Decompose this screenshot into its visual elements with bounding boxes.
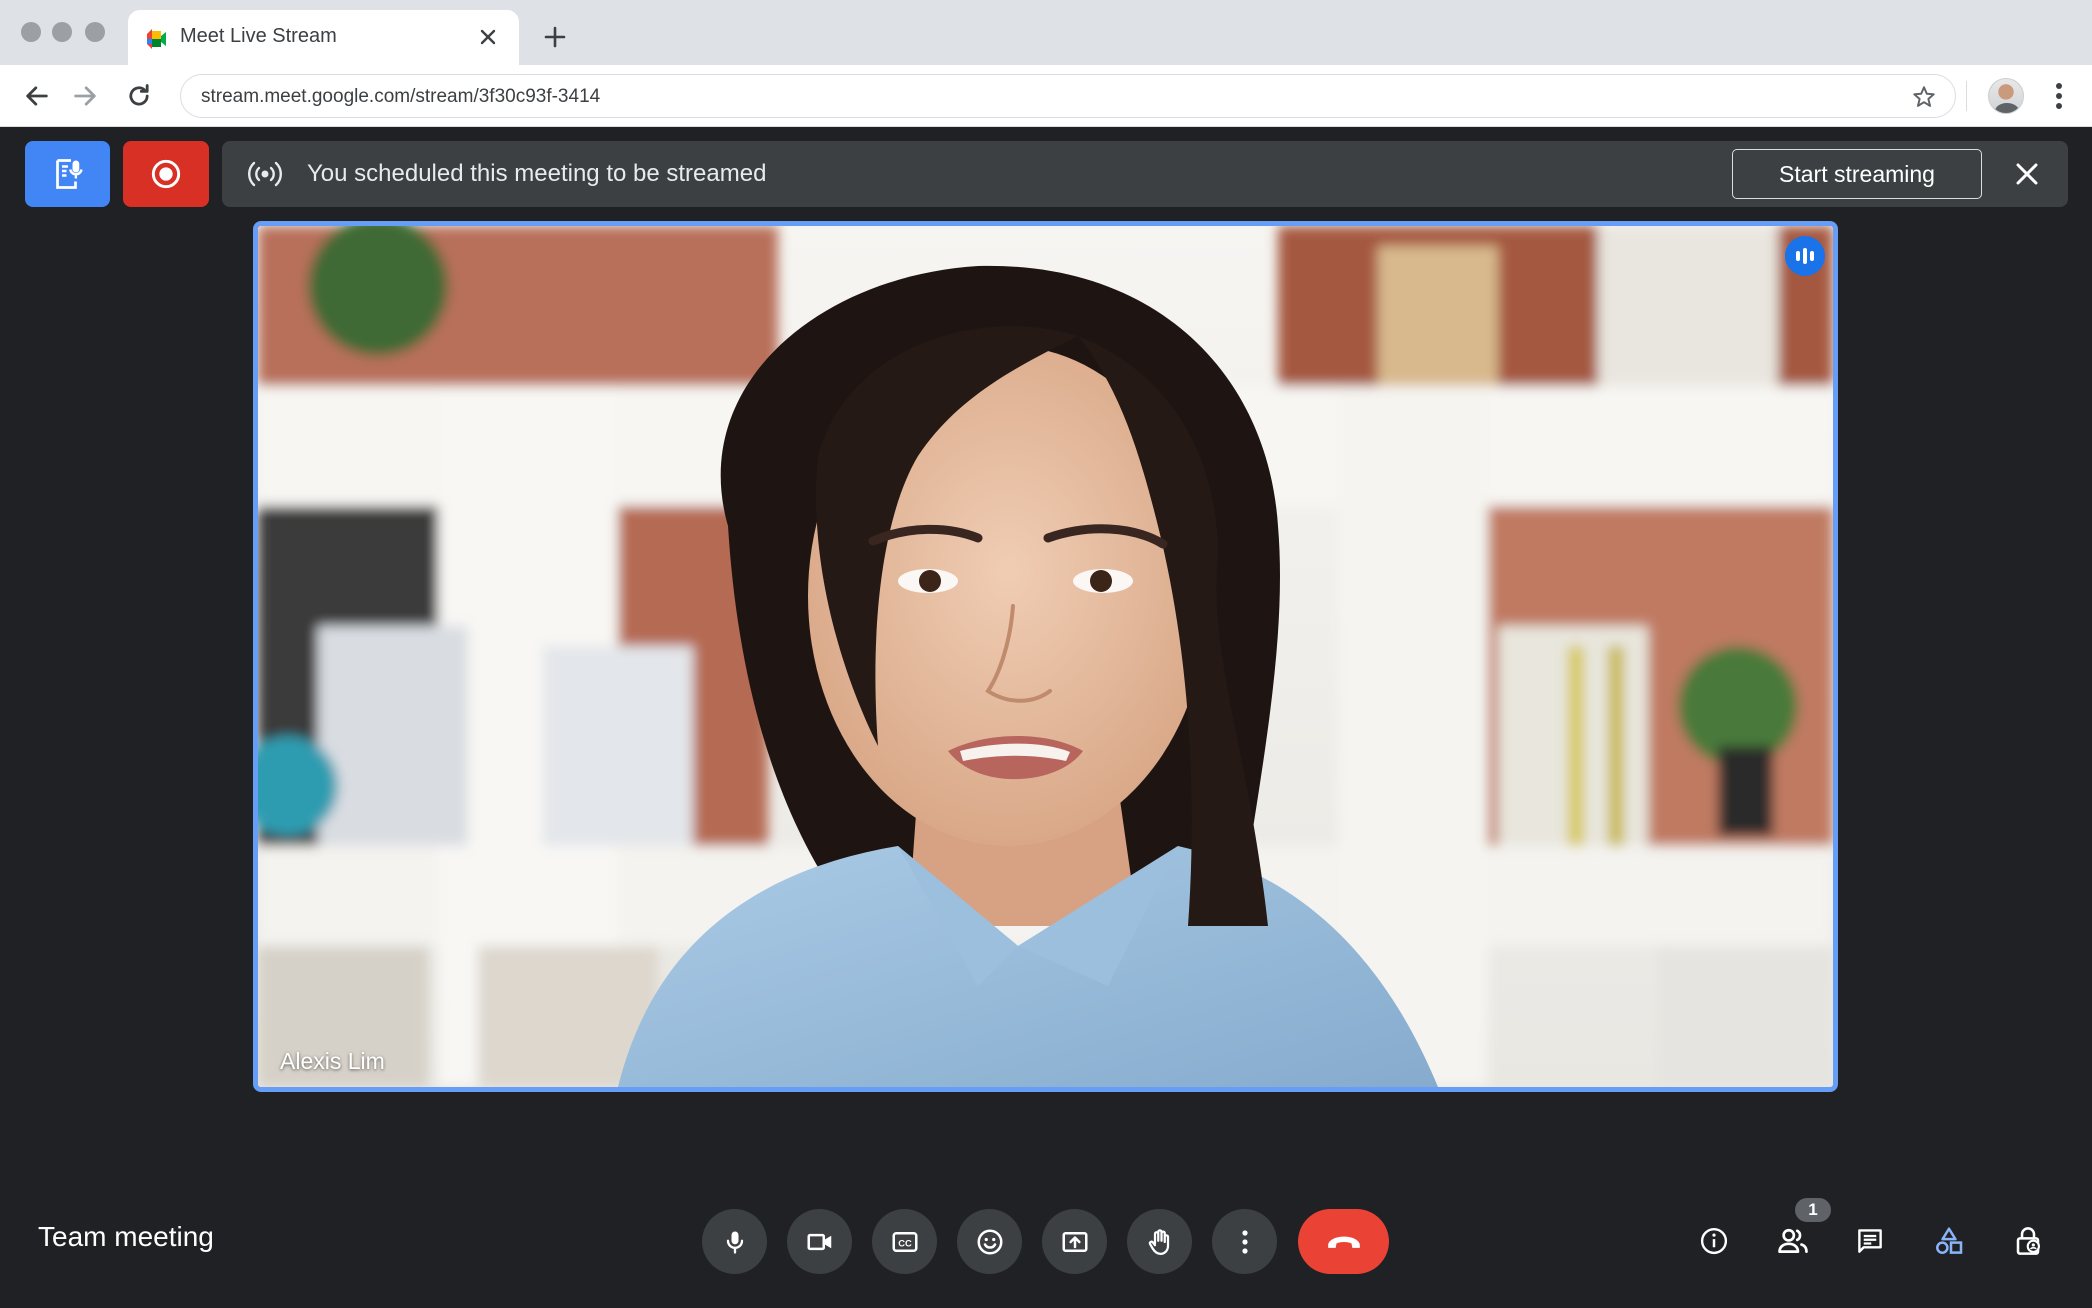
activities-icon[interactable] (1925, 1217, 1973, 1265)
more-vert-icon[interactable] (2040, 77, 2078, 115)
meeting-controls-bar: Team meeting CC 1 (0, 1173, 2092, 1308)
reload-icon[interactable] (120, 77, 158, 115)
arrow-forward-icon[interactable] (66, 77, 104, 115)
emoji-icon[interactable] (957, 1209, 1022, 1274)
present-screen-icon[interactable] (1042, 1209, 1107, 1274)
svg-text:CC: CC (898, 1238, 912, 1248)
raise-hand-icon[interactable] (1127, 1209, 1192, 1274)
window-close-icon[interactable] (21, 22, 41, 42)
tab-title: Meet Live Stream (180, 25, 337, 47)
url-text: stream.meet.google.com/stream/3f30c93f-3… (201, 86, 601, 107)
host-controls-icon[interactable] (2004, 1217, 2052, 1265)
address-bar[interactable]: stream.meet.google.com/stream/3f30c93f-3… (180, 74, 1956, 118)
participant-video (258, 226, 1833, 1087)
plus-icon[interactable] (540, 22, 570, 52)
participant-video-tile[interactable]: Alexis Lim (253, 221, 1838, 1092)
browser-toolbar: stream.meet.google.com/stream/3f30c93f-3… (0, 65, 2092, 127)
close-icon[interactable] (2008, 155, 2046, 193)
start-streaming-button[interactable]: Start streaming (1732, 149, 1982, 199)
meet-favicon-icon (147, 29, 166, 49)
info-icon[interactable] (1690, 1217, 1738, 1265)
toolbar-divider (1966, 81, 1967, 111)
window-minimize-icon[interactable] (52, 22, 72, 42)
browser-tab-strip: Meet Live Stream (0, 0, 2092, 66)
close-icon[interactable] (475, 24, 501, 50)
stream-banner-message: You scheduled this meeting to be streame… (307, 160, 767, 187)
people-icon[interactable] (1769, 1217, 1817, 1265)
chat-icon[interactable] (1846, 1217, 1894, 1265)
mic-icon[interactable] (702, 1209, 767, 1274)
transcript-mic-icon[interactable] (25, 141, 110, 207)
arrow-back-icon[interactable] (18, 77, 56, 115)
meeting-title: Team meeting (38, 1221, 214, 1252)
hang-up-icon[interactable] (1298, 1209, 1389, 1274)
audio-level-icon (1785, 236, 1825, 276)
record-icon[interactable] (123, 141, 209, 207)
participant-count-badge: 1 (1795, 1198, 1831, 1222)
participant-name: Alexis Lim (280, 1048, 385, 1074)
browser-tab[interactable]: Meet Live Stream (128, 10, 519, 66)
star-icon[interactable] (1911, 84, 1937, 110)
broadcast-icon (248, 161, 282, 187)
stream-banner: You scheduled this meeting to be streame… (222, 141, 2068, 207)
app-frame: Meet Live Stream stream.meet.google.com/… (0, 0, 2092, 1308)
camera-icon[interactable] (787, 1209, 852, 1274)
avatar[interactable] (1988, 78, 2024, 114)
window-maximize-icon[interactable] (85, 22, 105, 42)
more-options-icon[interactable] (1212, 1209, 1277, 1274)
closed-captions-icon[interactable]: CC (872, 1209, 937, 1274)
